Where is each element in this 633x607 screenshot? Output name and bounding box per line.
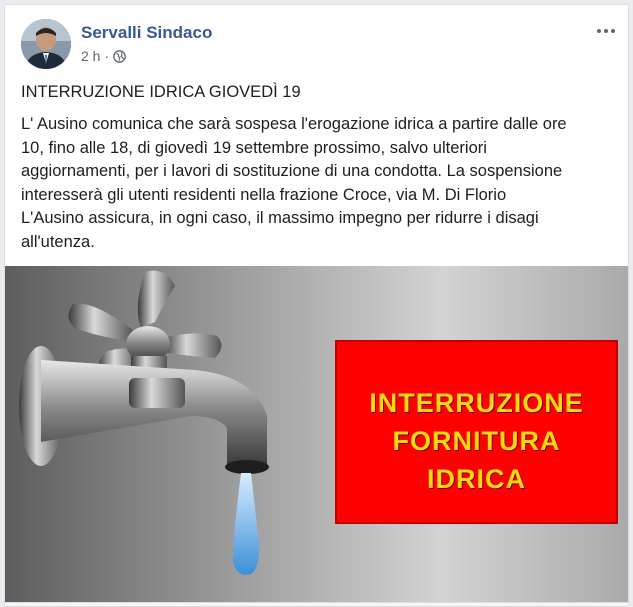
more-options-icon[interactable] [594, 21, 618, 41]
sign-text-block: INTERRUZIONE FORNITURA IDRICA [336, 384, 617, 498]
post-meta: 2 h · [81, 48, 126, 64]
post-footer [5, 602, 628, 606]
post-header: Servalli Sindaco 2 h · [21, 19, 618, 73]
post-image[interactable]: INTERRUZIONE FORNITURA IDRICA [5, 266, 628, 602]
sign-line-1: INTERRUZIONE [369, 388, 584, 418]
sign-line-3: IDRICA [427, 464, 526, 494]
avatar-photo [21, 19, 71, 69]
post-timestamp[interactable]: 2 h [81, 48, 100, 64]
meta-separator: · [104, 48, 110, 64]
sign-line-2: FORNITURA [392, 426, 561, 456]
globe-icon[interactable] [113, 49, 126, 63]
facebook-post: Servalli Sindaco 2 h · INTERRUZIONE IDRI… [4, 4, 629, 607]
author-name-link[interactable]: Servalli Sindaco [81, 23, 212, 43]
post-title: INTERRUZIONE IDRICA GIOVEDÌ 19 [21, 83, 301, 101]
avatar[interactable] [21, 19, 71, 69]
post-body: L' Ausino comunica che sarà sospesa l'er… [21, 115, 567, 251]
